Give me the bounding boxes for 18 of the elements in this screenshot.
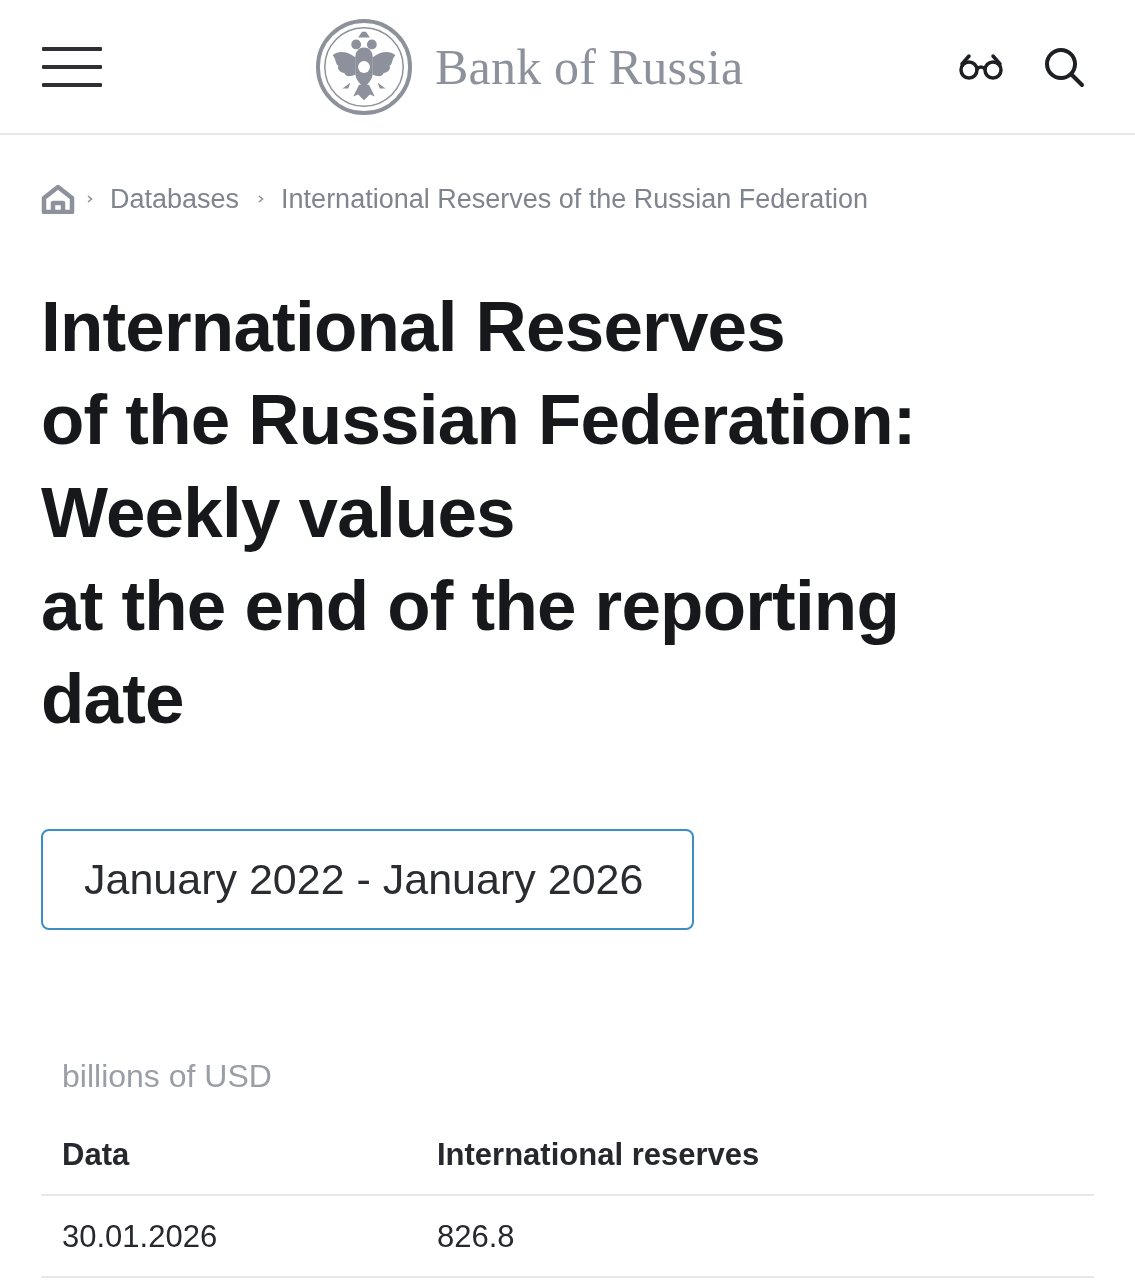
breadcrumb-link[interactable]: International Reserves of the Russian Federation (281, 183, 868, 215)
chevron-icon (87, 195, 93, 203)
eagle-emblem-icon (315, 17, 413, 116)
table-cell: 30.01.2026 (41, 1195, 416, 1277)
column-header: International reserves (416, 1116, 1094, 1195)
bank-name-text: Bank of Russia (435, 37, 744, 96)
period-selector[interactable]: January 2022 - January 2026 (41, 829, 694, 930)
breadcrumb-link[interactable]: Databases (110, 183, 240, 215)
menu-icon[interactable] (42, 46, 102, 87)
table-cell: 826.8 (416, 1195, 1094, 1277)
logo-link[interactable]: Bank of Russia (315, 17, 744, 116)
search-icon[interactable] (1043, 45, 1085, 88)
unit-label: billions of USD (62, 1058, 273, 1094)
column-header: Data (41, 1116, 416, 1195)
page-title: International Reserves of the Russian Federation: Weekly values at the end of the reporting date (41, 286, 917, 740)
home-icon[interactable] (41, 184, 75, 214)
glasses-icon[interactable] (957, 52, 1005, 81)
chevron-icon (258, 195, 265, 203)
